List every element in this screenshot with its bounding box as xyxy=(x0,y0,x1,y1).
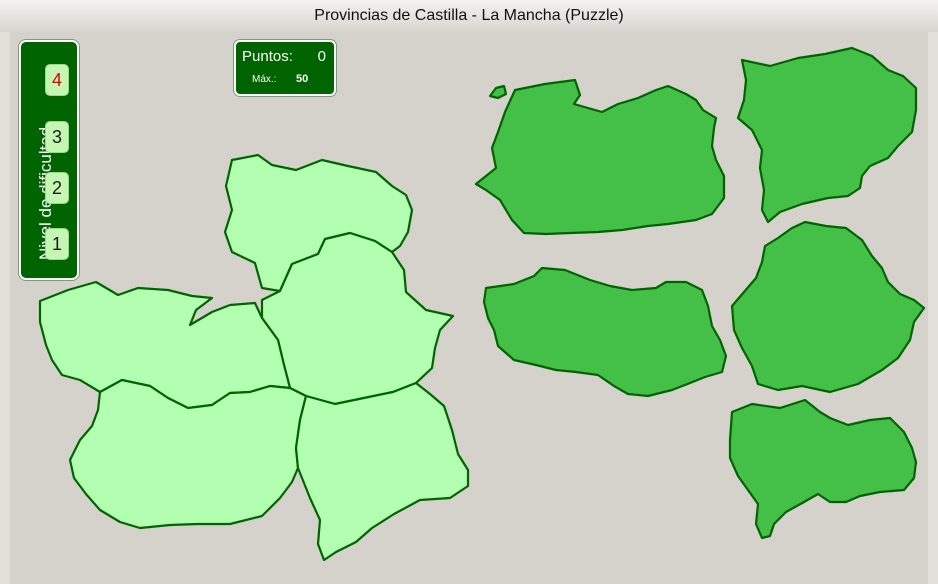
slot-toledo xyxy=(38,280,292,410)
piece-guadalajara[interactable] xyxy=(736,46,918,224)
puzzle-board xyxy=(38,46,926,562)
piece-cuenca[interactable] xyxy=(730,220,926,394)
slot-albacete xyxy=(294,381,470,562)
piece-albacete[interactable] xyxy=(728,398,918,540)
piece-toledo[interactable] xyxy=(474,78,726,236)
piece-ciudad-real[interactable] xyxy=(482,266,728,398)
piece-toledo-islet[interactable] xyxy=(488,84,508,100)
